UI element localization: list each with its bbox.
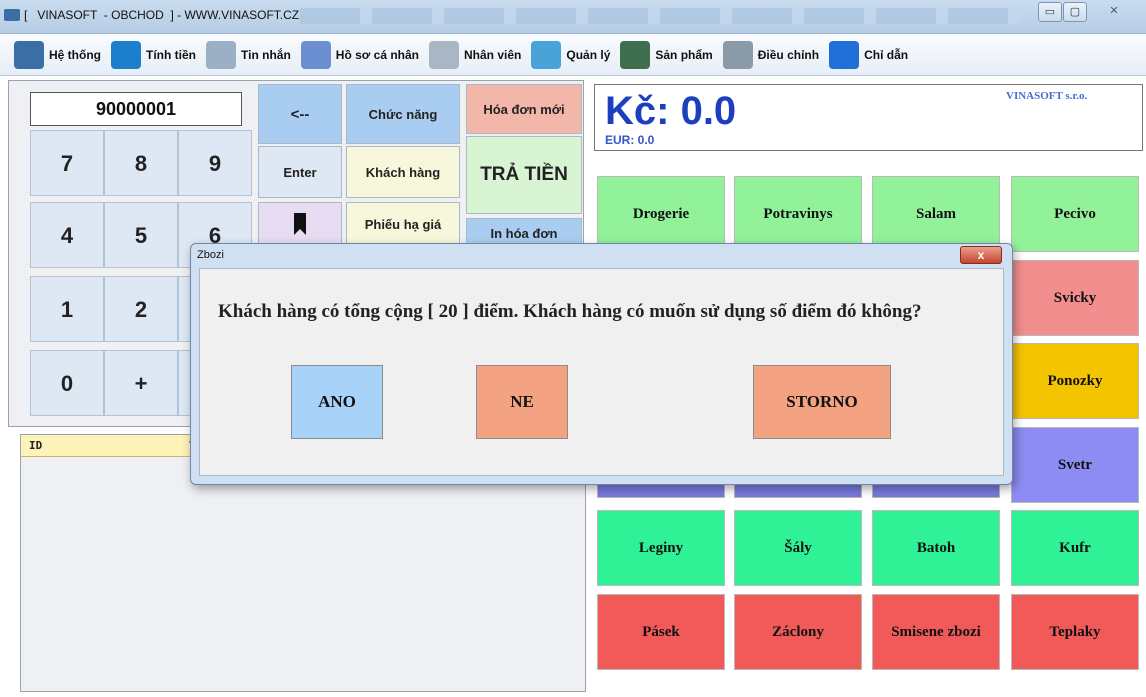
message-icon	[206, 40, 236, 69]
key-2[interactable]: 2	[104, 276, 178, 342]
menu-item-label: Tin nhắn	[241, 47, 291, 62]
category-button[interactable]: Salam	[872, 176, 1000, 252]
cancel-button[interactable]: STORNO	[753, 365, 891, 439]
bookmark-button[interactable]	[258, 202, 342, 246]
enter-button[interactable]: Enter	[258, 146, 342, 198]
maximize-button[interactable]: ▢	[1063, 2, 1087, 22]
products-icon	[620, 40, 651, 69]
app-icon	[4, 9, 20, 21]
profile-icon	[300, 40, 331, 69]
menu-item-label: Chỉ dẫn	[864, 47, 909, 62]
key-0[interactable]: 0	[30, 350, 104, 416]
window-title: [ VINASOFT - OBCHOD ] - WWW.VINASOFT.CZ	[24, 8, 300, 22]
menu-bar: Hệ thống Tính tiền Tin nhắn Hồ sơ cá nhân Nh…	[0, 34, 1146, 76]
yes-button[interactable]: ANO	[291, 365, 383, 439]
category-button[interactable]: Kufr	[1011, 510, 1139, 586]
menu-item-3[interactable]: Hồ sơ cá nhân	[300, 40, 419, 69]
key-5[interactable]: 5	[104, 202, 178, 268]
dialog-close-button[interactable]: x	[960, 246, 1002, 264]
menu-item-label: Điều chỉnh	[757, 47, 820, 62]
cash-register-icon	[111, 40, 141, 69]
function-button[interactable]: Chức năng	[346, 84, 460, 144]
title-bar: [ VINASOFT - OBCHOD ] - WWW.VINASOFT.CZ …	[0, 0, 1146, 34]
key-9[interactable]: 9	[178, 130, 252, 196]
barcode-input[interactable]: 90000001	[30, 92, 242, 126]
pay-button[interactable]: TRẢ TIỀN	[466, 136, 582, 214]
dialog-title: Zbozi	[197, 249, 224, 261]
category-button[interactable]: Záclony	[734, 594, 862, 670]
no-button[interactable]: NE	[476, 365, 568, 439]
menu-item-4[interactable]: Nhân viên	[429, 40, 522, 69]
dialog-message: Khách hàng có tổng cộng [ 20 ] điểm. Khá…	[218, 301, 922, 322]
menu-item-label: Tính tiền	[146, 47, 196, 62]
category-button[interactable]: Pecivo	[1011, 176, 1139, 252]
management-icon	[531, 40, 562, 69]
customer-button[interactable]: Khách hàng	[346, 146, 460, 198]
category-button[interactable]: Teplaky	[1011, 594, 1139, 670]
system-icon	[14, 40, 44, 69]
key-7[interactable]: 7	[30, 130, 104, 196]
taskbar-tabs	[300, 8, 1020, 24]
key-8[interactable]: 8	[104, 130, 178, 196]
new-invoice-button[interactable]: Hóa đơn mới	[466, 84, 582, 134]
menu-item-8[interactable]: Chỉ dẫn	[829, 40, 909, 69]
close-window-button[interactable]: ✕	[1094, 2, 1134, 22]
category-button[interactable]: Smisene zbozi	[872, 594, 1000, 670]
backspace-button[interactable]: <--	[258, 84, 342, 144]
menu-item-6[interactable]: Sản phẩm	[620, 40, 713, 69]
menu-item-label: Hồ sơ cá nhân	[335, 47, 419, 62]
menu-item-1[interactable]: Tính tiền	[111, 40, 196, 69]
minimize-button[interactable]: ▭	[1038, 2, 1062, 22]
grid-header-id: ID	[29, 439, 43, 452]
menu-item-2[interactable]: Tin nhắn	[206, 40, 291, 69]
menu-item-0[interactable]: Hệ thống	[14, 40, 101, 69]
total-eur: EUR: 0.0	[605, 133, 655, 147]
category-button[interactable]: Leginy	[597, 510, 725, 586]
category-button[interactable]: Potravinys	[734, 176, 862, 252]
voucher-button[interactable]: Phiếu hạ giá	[346, 202, 460, 246]
key-plus[interactable]: +	[104, 350, 178, 416]
employees-icon	[429, 40, 459, 69]
tools-icon	[722, 40, 753, 69]
key-1[interactable]: 1	[30, 276, 104, 342]
menu-item-7[interactable]: Điều chỉnh	[722, 40, 820, 69]
category-button[interactable]: Svicky	[1011, 260, 1139, 336]
points-dialog: Zbozi x Khách hàng có tổng cộng [ 20 ] đ…	[190, 243, 1013, 485]
category-button[interactable]: Batoh	[872, 510, 1000, 586]
category-button[interactable]: Ponozky	[1011, 343, 1139, 419]
key-4[interactable]: 4	[30, 202, 104, 268]
category-button[interactable]: Drogerie	[597, 176, 725, 252]
menu-item-5[interactable]: Quản lý	[531, 40, 611, 69]
category-button[interactable]: Pásek	[597, 594, 725, 670]
brand-label: VINASOFT s.r.o.	[1006, 90, 1088, 102]
menu-item-label: Quản lý	[566, 47, 611, 62]
info-icon	[829, 40, 860, 69]
bookmark-icon	[294, 213, 306, 235]
total-amount: Kč: 0.0	[605, 89, 737, 133]
menu-item-label: Nhân viên	[464, 47, 522, 62]
dialog-body: Khách hàng có tổng cộng [ 20 ] điểm. Khá…	[199, 268, 1004, 476]
category-button[interactable]: Svetr	[1011, 427, 1139, 503]
menu-item-label: Sản phẩm	[655, 47, 713, 62]
menu-item-label: Hệ thống	[49, 47, 101, 62]
category-button[interactable]: Šály	[734, 510, 862, 586]
